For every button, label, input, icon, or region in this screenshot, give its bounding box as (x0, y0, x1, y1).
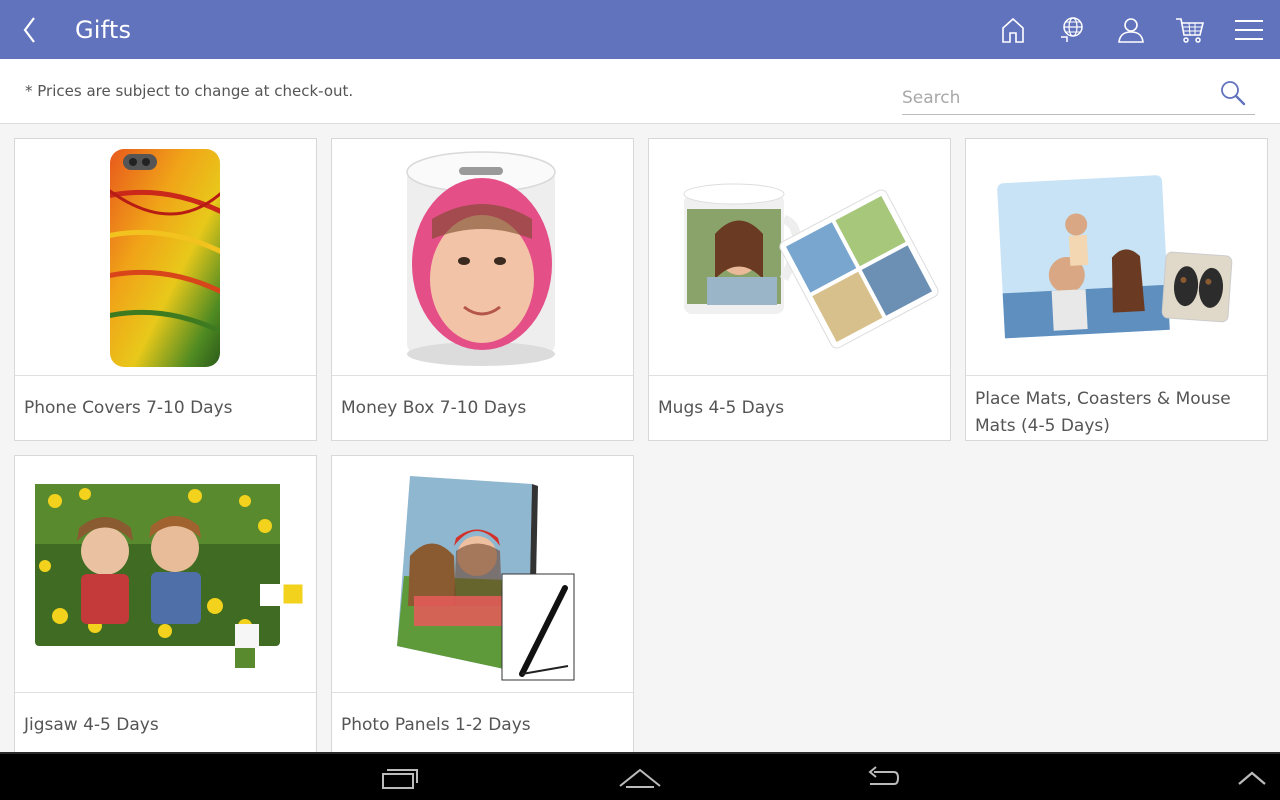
system-nav-bar (0, 752, 1280, 800)
product-image-jigsaw (15, 456, 316, 693)
cart-button[interactable] (1160, 0, 1219, 59)
product-card-phone-covers[interactable]: Phone Covers 7-10 Days (14, 138, 317, 441)
home-button[interactable] (983, 0, 1042, 59)
recent-apps-button[interactable] (370, 754, 430, 800)
back-button[interactable] (0, 0, 60, 59)
product-label: Mugs 4-5 Days (658, 398, 785, 418)
product-label: Place Mats, Coasters & Mouse Mats (4-5 D… (975, 389, 1231, 436)
money-box-image (406, 151, 556, 366)
product-card-mugs[interactable]: Mugs 4-5 Days (648, 138, 951, 441)
product-image-mugs (649, 139, 950, 376)
language-button[interactable] (1042, 0, 1101, 59)
recent-apps-icon (382, 769, 418, 789)
phone-cover-image (110, 149, 220, 367)
search-box (902, 77, 1255, 115)
system-back-button[interactable] (852, 754, 912, 800)
product-label: Phone Covers 7-10 Days (24, 398, 233, 418)
chevron-left-icon (23, 16, 35, 43)
search-button[interactable] (1217, 77, 1249, 109)
product-label: Jigsaw 4-5 Days (24, 715, 159, 735)
product-image-money-box (332, 139, 633, 376)
chevron-up-icon (1238, 771, 1266, 785)
home-icon (1001, 17, 1024, 43)
system-home-button[interactable] (610, 754, 670, 800)
product-label: Photo Panels 1-2 Days (341, 715, 531, 735)
expand-up-button[interactable] (1228, 754, 1276, 800)
globe-icon (1060, 16, 1083, 42)
hamburger-menu-icon (1234, 19, 1263, 40)
product-label: Money Box 7-10 Days (341, 398, 527, 418)
product-image-photo-panels (332, 456, 633, 693)
product-image-place-mats (966, 139, 1267, 376)
app-bar: Gifts (0, 0, 1280, 59)
product-image-phone-cover (15, 139, 316, 376)
product-card-jigsaw[interactable]: Jigsaw 4-5 Days (14, 455, 317, 758)
system-back-icon (868, 766, 900, 785)
product-card-money-box[interactable]: Money Box 7-10 Days (331, 138, 634, 441)
menu-button[interactable] (1219, 0, 1278, 59)
photo-panels-image (397, 476, 575, 681)
search-icon (1221, 81, 1246, 106)
app-bar-actions (983, 0, 1280, 59)
jigsaw-image (35, 484, 304, 668)
product-card-photo-panels[interactable]: Photo Panels 1-2 Days (331, 455, 634, 758)
system-home-icon (619, 768, 661, 788)
price-notice: * Prices are subject to change at check-… (25, 82, 354, 100)
account-button[interactable] (1101, 0, 1160, 59)
page-title: Gifts (75, 15, 132, 44)
user-icon (1117, 17, 1144, 43)
cart-icon (1175, 17, 1204, 43)
place-mats-image (997, 175, 1233, 339)
search-input[interactable] (902, 85, 1202, 111)
mugs-image (683, 183, 939, 349)
product-card-place-mats[interactable]: Place Mats, Coasters & Mouse Mats (4-5 D… (965, 138, 1268, 441)
info-bar: * Prices are subject to change at check-… (0, 59, 1280, 124)
